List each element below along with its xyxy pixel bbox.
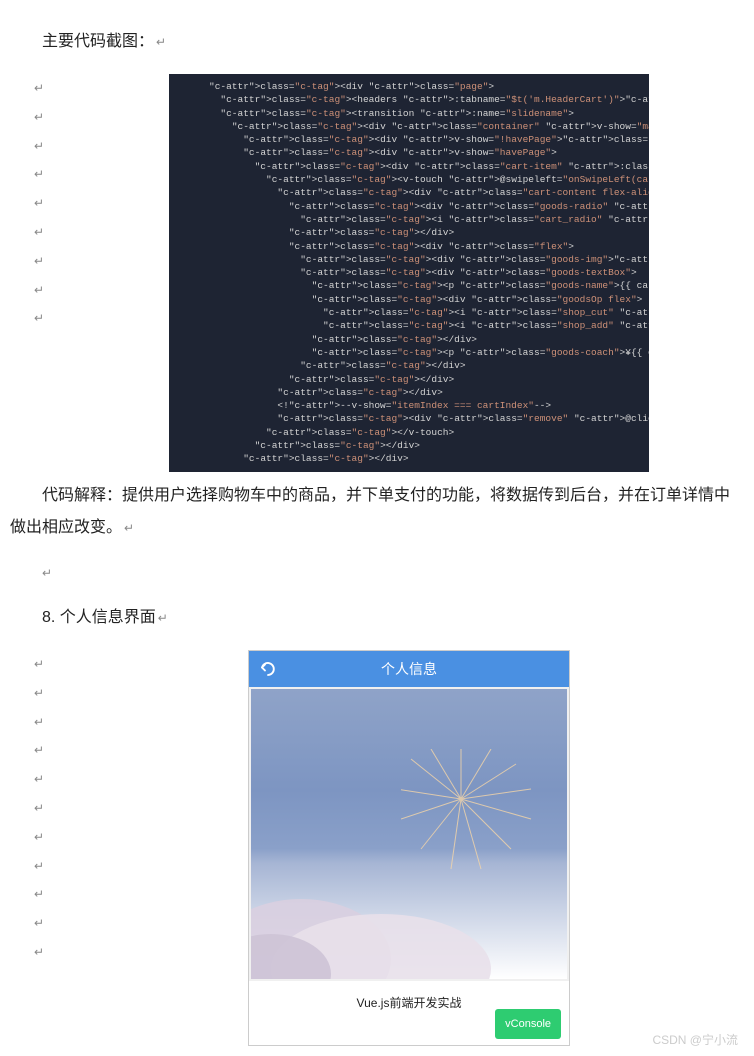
phone-header: 个人信息 <box>249 651 569 687</box>
phone-mockup: 个人信息 <box>248 650 570 1046</box>
return-mark: ↵ <box>156 35 166 49</box>
phone-caption-area: Vue.js前端开发实战 vConsole <box>249 981 569 1045</box>
section-heading-2: 8. 个人信息界面↵ <box>10 602 744 634</box>
profile-image <box>251 689 567 979</box>
watermark: CSDN @宁小流 <box>652 1028 738 1052</box>
back-icon[interactable] <box>259 660 277 678</box>
caption-text: Vue.js前端开发实战 <box>357 996 462 1010</box>
code-explanation: 代码解释：提供用户选择购物车中的商品，并下单支付的功能，将数据传到后台，并在订单… <box>10 480 744 544</box>
vconsole-button[interactable]: vConsole <box>495 1009 561 1039</box>
phone-title: 个人信息 <box>249 655 569 683</box>
paragraph-marks-col: ↵ ↵ ↵ ↵ ↵ ↵ ↵ ↵ ↵ ↵ ↵ <box>10 650 74 967</box>
code-screenshot: "c-attr">class="c-tag"><div "c-attr">cla… <box>169 74 649 472</box>
section-heading: 主要代码截图：↵ <box>10 26 744 58</box>
paragraph-marks-col: ↵ ↵ ↵ ↵ ↵ ↵ ↵ ↵ ↵ <box>10 74 74 333</box>
